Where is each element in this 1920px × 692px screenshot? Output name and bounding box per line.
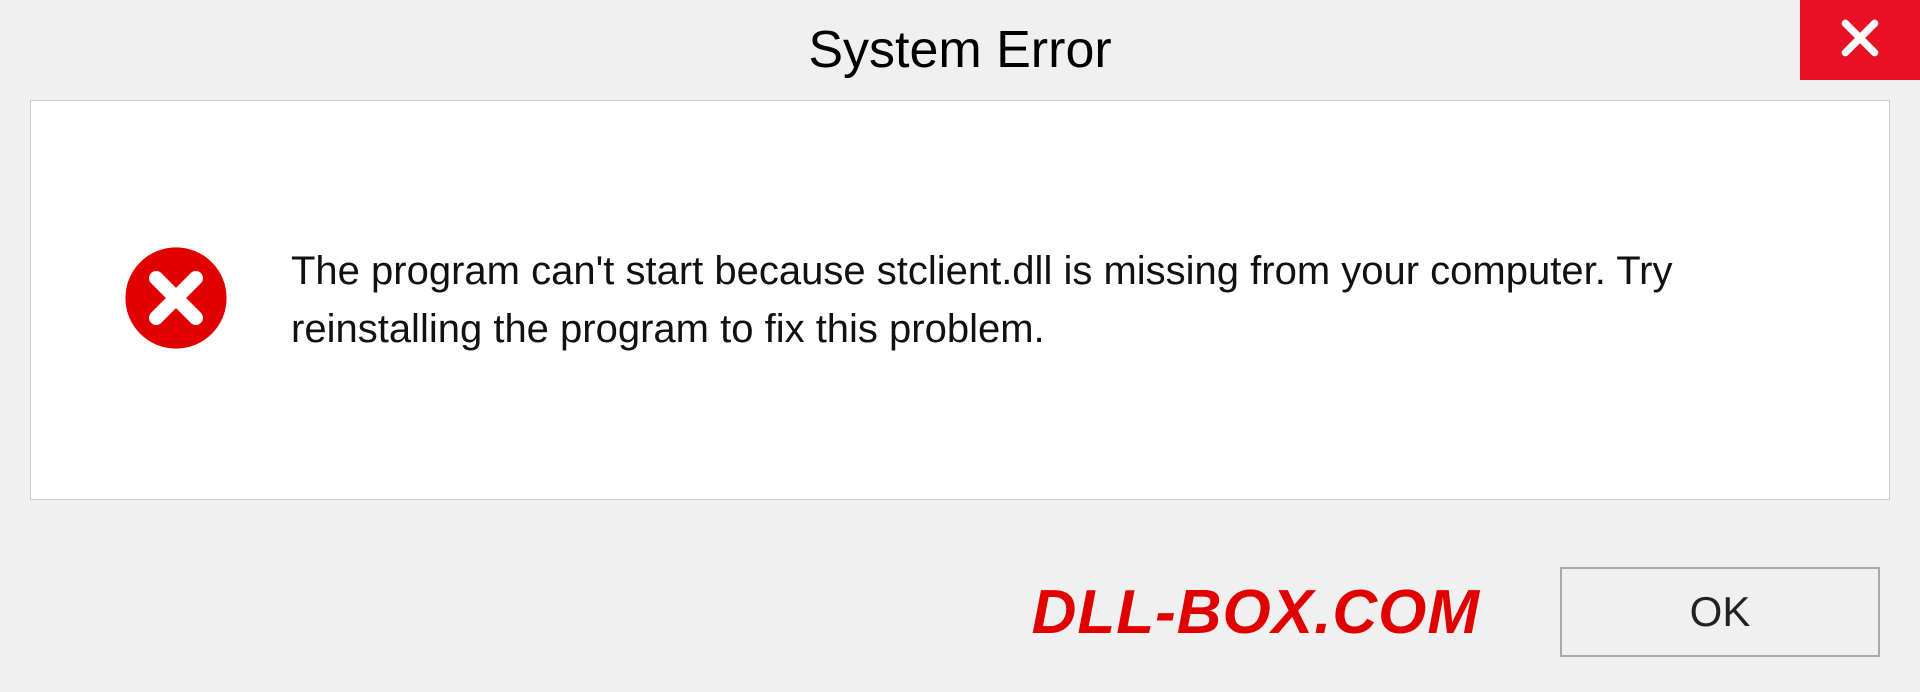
ok-button[interactable]: OK: [1560, 567, 1880, 657]
error-icon: [121, 243, 231, 358]
error-message: The program can't start because stclient…: [291, 242, 1799, 358]
close-icon: [1838, 16, 1882, 65]
footer: DLL-BOX.COM OK: [0, 532, 1920, 692]
dialog-title: System Error: [808, 20, 1111, 80]
title-bar: System Error: [0, 0, 1920, 100]
content-panel: The program can't start because stclient…: [30, 100, 1890, 500]
close-button[interactable]: [1800, 0, 1920, 80]
brand-watermark: DLL-BOX.COM: [1032, 577, 1480, 648]
